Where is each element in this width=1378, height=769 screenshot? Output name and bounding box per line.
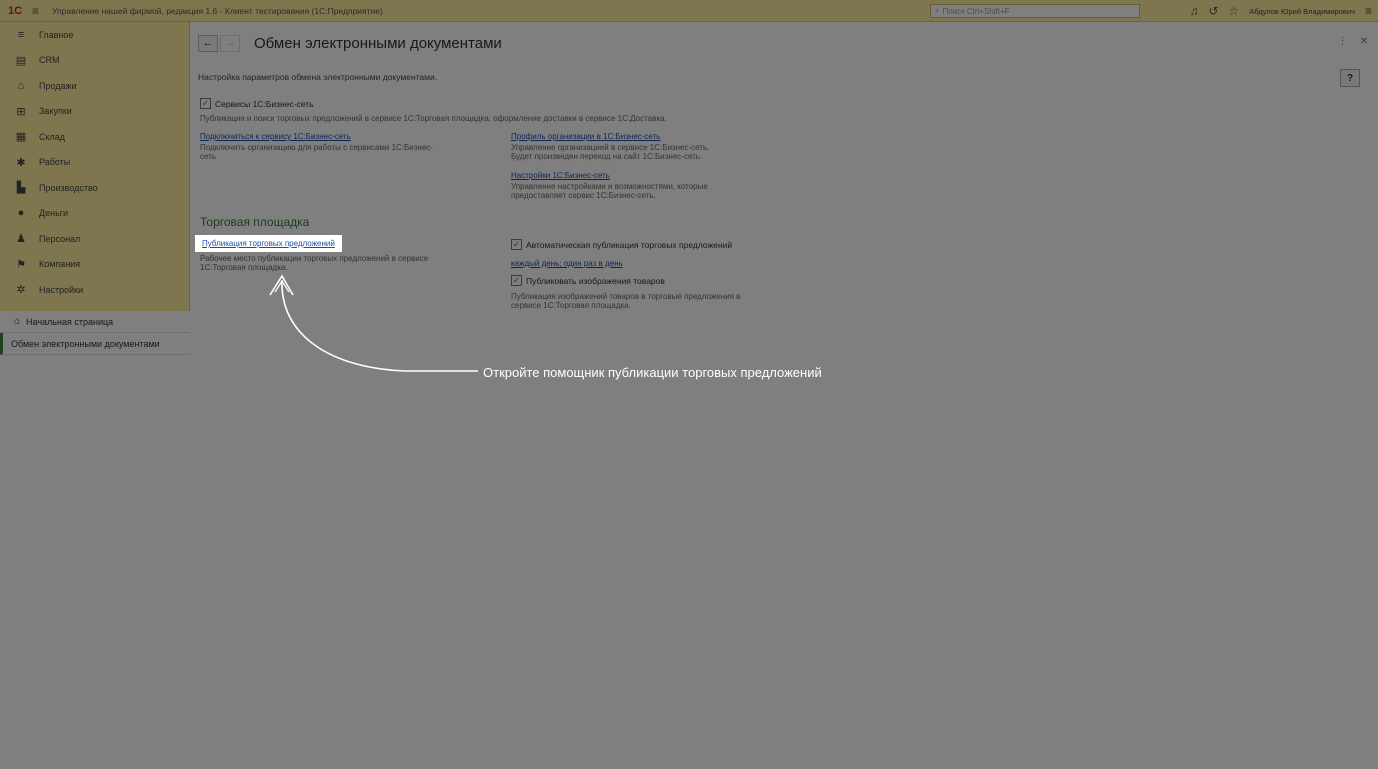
works-icon: ✱ [16, 156, 26, 169]
production-icon: ▙ [16, 182, 26, 195]
settings-icon: ✲ [16, 284, 26, 297]
sidebar-item-label: CRM [39, 55, 60, 66]
sidebar: ≡ Главное ▤ CRM ⌂ Продажи ⊞ Закупки ▦ Склад ✱… [0, 22, 190, 769]
money-icon: ● [17, 207, 25, 220]
home-label: Начальная страница [26, 316, 114, 327]
arrow-right-icon: → [224, 37, 236, 49]
publish-offers-link[interactable]: Публикация торговых предложений [195, 235, 342, 252]
home-page-link[interactable]: ⌂ Начальная страница [0, 311, 190, 333]
sidebar-item-company[interactable]: ⚑ Компания [0, 252, 189, 278]
more-icon[interactable]: ⋮ [1338, 36, 1348, 47]
forward-button[interactable]: → [220, 34, 240, 52]
sidebar-item-label: Деньги [39, 208, 69, 219]
main-menu-icon[interactable]: ≡ [32, 4, 46, 18]
sidebar-item-purchases[interactable]: ⊞ Закупки [0, 99, 189, 125]
sidebar-item-label: Главное [39, 29, 74, 40]
sidebar-item-label: Персонал [39, 233, 81, 244]
services-checkbox[interactable]: ✓ [200, 98, 211, 109]
auto-publish-checkbox[interactable]: ✓ [511, 239, 522, 250]
sidebar-item-staff[interactable]: ♟ Персонал [0, 226, 189, 252]
form-header: ← → Обмен электронными документами [198, 32, 502, 54]
form-description: Настройка параметров обмена электронными… [198, 72, 438, 82]
help-button[interactable]: ? [1340, 69, 1360, 87]
settings-description-line2: предоставляет сервис 1С:Бизнес-сеть. [511, 191, 656, 200]
services-description: Публикация и поиск торговых предложений … [200, 114, 667, 123]
publish-description-line2: 1С:Торговая площадка. [200, 263, 288, 272]
sidebar-item-label: Закупки [39, 106, 72, 117]
sidebar-item-sales[interactable]: ⌂ Продажи [0, 73, 189, 99]
services-checkbox-row[interactable]: ✓ Сервисы 1С:Бизнес-сеть [200, 98, 314, 109]
arrow-left-icon: ← [202, 37, 214, 49]
connect-description-line1: Подключить организацию для работы с серв… [200, 143, 433, 152]
sidebar-item-production[interactable]: ▙ Производство [0, 175, 189, 201]
company-icon: ⚑ [16, 258, 26, 271]
1c-logo: 1С [7, 4, 23, 17]
sidebar-item-label: Компания [39, 259, 81, 270]
sidebar-item-label: Продажи [39, 80, 77, 91]
images-description-line2: сервисе 1С:Торговая площадка. [511, 301, 631, 310]
home-icon: ⌂ [14, 316, 21, 327]
sidebar-item-label: Работы [39, 157, 71, 168]
sidebar-item-settings[interactable]: ✲ Настройки [0, 277, 189, 303]
search-icon: ⌕ [935, 6, 940, 15]
sidebar-item-warehouse[interactable]: ▦ Склад [0, 124, 189, 150]
sidebar-item-main[interactable]: ≡ Главное [0, 22, 189, 48]
purchases-icon: ⊞ [16, 105, 26, 118]
search-placeholder: Поиск Ctrl+Shift+F [942, 6, 1010, 16]
section-nav: ≡ Главное ▤ CRM ⌂ Продажи ⊞ Закупки ▦ Склад ✱… [0, 22, 189, 303]
main-content: ← → Обмен электронными документами ⋮ ✕ ?… [190, 22, 1378, 769]
auto-publish-row[interactable]: ✓ Автоматическая публикация торговых пре… [511, 239, 732, 250]
sidebar-item-crm[interactable]: ▤ CRM [0, 48, 189, 74]
sales-icon: ⌂ [17, 79, 25, 92]
sidebar-item-works[interactable]: ✱ Работы [0, 150, 189, 176]
organization-profile-link[interactable]: Профиль организации в 1С:Бизнес-сеть [511, 132, 660, 141]
publish-images-label: Публиковать изображения товаров [526, 275, 665, 286]
publish-images-checkbox[interactable]: ✓ [511, 275, 522, 286]
staff-icon: ♟ [16, 233, 26, 246]
publish-images-row[interactable]: ✓ Публиковать изображения товаров [511, 275, 665, 286]
connect-description-line2: сеть [200, 152, 217, 161]
menu-icon: ≡ [17, 28, 25, 41]
sidebar-item-label: Склад [39, 131, 66, 142]
close-icon[interactable]: ✕ [1360, 36, 1368, 47]
sidebar-item-money[interactable]: ● Деньги [0, 201, 189, 227]
sidebar-item-label: Настройки [39, 284, 84, 295]
auto-publish-label: Автоматическая публикация торговых предл… [526, 239, 733, 250]
page-title: Обмен электронными документами [254, 34, 502, 52]
open-windows-panel: ⌂ Начальная страница Обмен электронными д… [0, 311, 190, 769]
business-network-settings-link[interactable]: Настройки 1С:Бизнес-сеть [511, 171, 610, 180]
section-title-marketplace: Торговая площадка [200, 215, 310, 229]
title-bar: 1С ≡ Управление нашей фирмой, редакция 1… [0, 0, 1378, 22]
sidebar-item-label: Производство [39, 182, 98, 193]
form-controls: ⋮ ✕ [1338, 36, 1368, 47]
tutorial-hint-text: Откройте помощник публикации торговых пр… [483, 365, 822, 380]
profile-description-line2: Будет произведен переход на сайт 1С:Бизн… [511, 152, 700, 161]
window-title: Управление нашей фирмой, редакция 1.6 - … [52, 5, 383, 16]
schedule-link[interactable]: каждый день; один раз в день [511, 259, 623, 268]
back-button[interactable]: ← [198, 34, 218, 52]
search-input[interactable]: ⌕ Поиск Ctrl+Shift+F [930, 4, 1140, 18]
bell-icon[interactable]: ♫ [1189, 4, 1198, 18]
history-icon[interactable]: ↺ [1208, 4, 1218, 18]
connect-service-link[interactable]: Подключиться к сервису 1С:Бизнес-сеть [200, 132, 351, 141]
warehouse-icon: ▦ [15, 131, 27, 144]
user-name[interactable]: Абдулов Юрий Владимирович [1249, 7, 1355, 16]
star-icon[interactable]: ☆ [1229, 4, 1240, 18]
open-window-tab[interactable]: Обмен электронными документами [0, 333, 190, 355]
services-checkbox-label: Сервисы 1С:Бизнес-сеть [215, 98, 314, 109]
crm-icon: ▤ [15, 54, 27, 67]
settings-menu-icon[interactable]: ≡ [1365, 4, 1372, 18]
